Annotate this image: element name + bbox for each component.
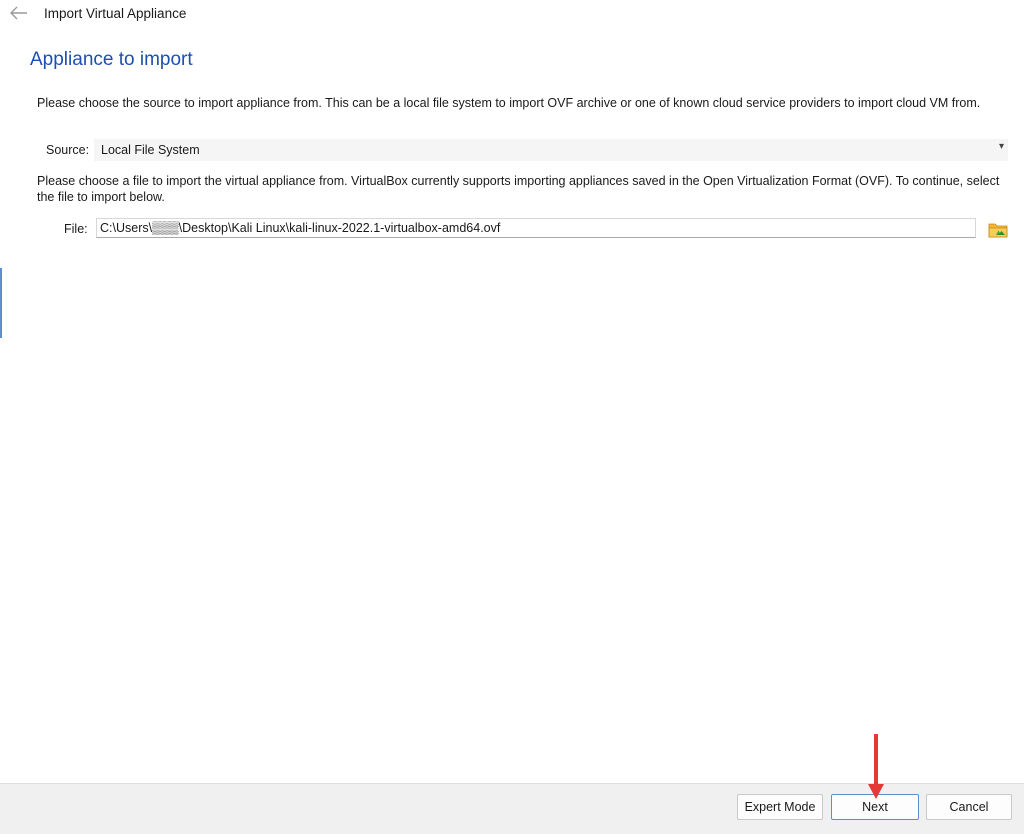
source-row: Source: Local File System ▾ — [30, 139, 1010, 161]
title-bar: Import Virtual Appliance — [0, 0, 1024, 28]
red-arrow-annotation — [868, 734, 884, 799]
source-label: Source: — [46, 143, 90, 157]
file-description: Please choose a file to import the virtu… — [37, 174, 1000, 204]
chevron-down-icon: ▾ — [998, 141, 1004, 152]
window-edge-highlight — [0, 268, 2, 338]
source-selected-value: Local File System — [101, 143, 200, 157]
file-row: File: — [30, 217, 1010, 241]
cancel-button[interactable]: Cancel — [926, 794, 1012, 820]
folder-icon — [988, 223, 1008, 238]
file-path-input[interactable] — [96, 218, 976, 238]
source-dropdown[interactable]: Local File System ▾ — [94, 139, 1008, 161]
file-label: File: — [64, 222, 88, 236]
import-appliance-window: Import Virtual Appliance Appliance to im… — [0, 0, 1024, 834]
expert-mode-button[interactable]: Expert Mode — [737, 794, 823, 820]
back-button[interactable] — [8, 4, 30, 22]
arrow-left-icon — [10, 6, 27, 20]
window-title: Import Virtual Appliance — [44, 6, 187, 21]
browse-file-button[interactable] — [987, 218, 1009, 240]
page-title: Appliance to import — [30, 49, 193, 70]
source-description: Please choose the source to import appli… — [37, 96, 981, 110]
